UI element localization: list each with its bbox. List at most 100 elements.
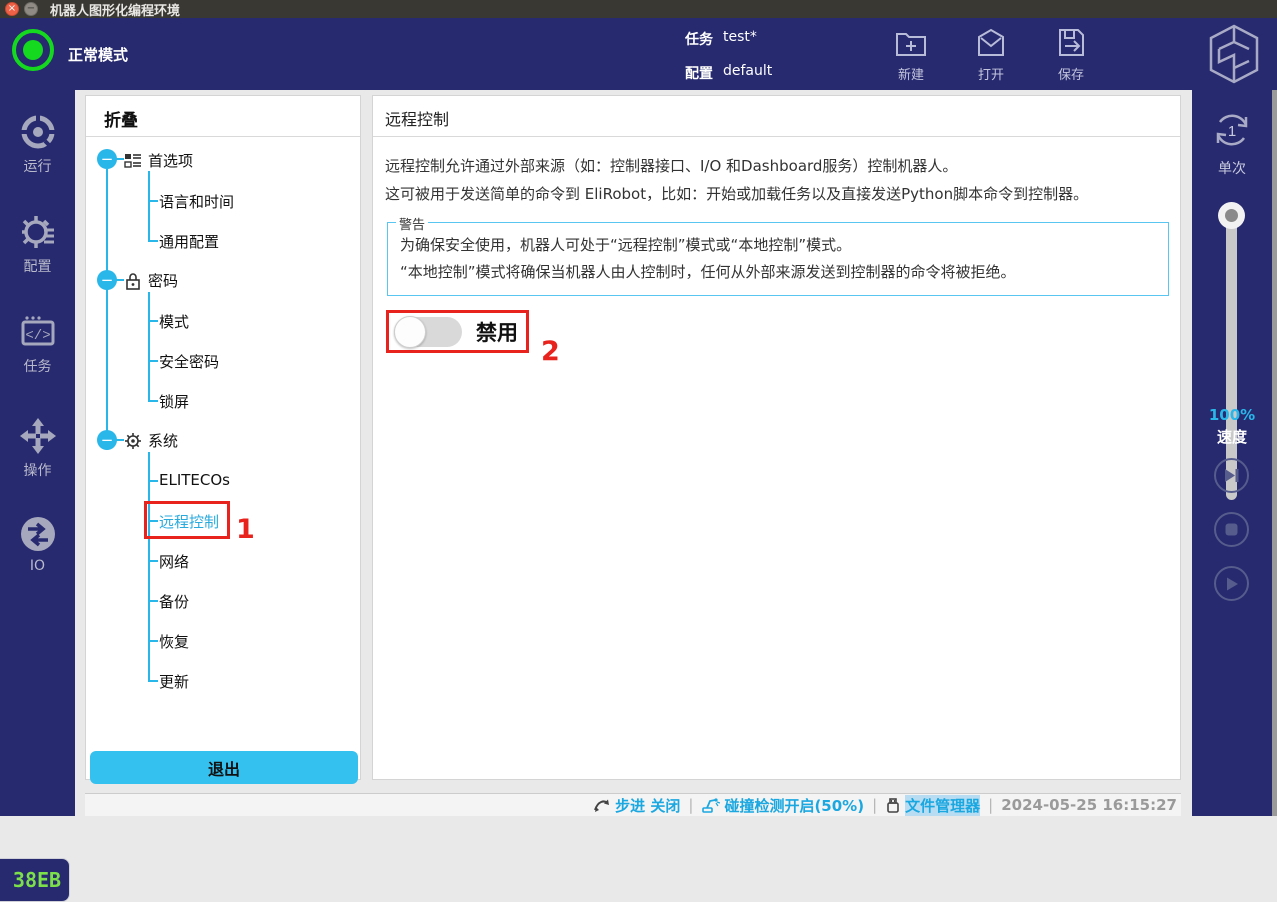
annotation-number-2: 2 [541,336,560,367]
description-line-2: 这可被用于发送简单的命令到 EliRobot，比如：开始或加载任务以及直接发送P… [385,180,1088,208]
nav-item-task[interactable]: </> 任务 [0,312,75,376]
mode-label: 正常模式 [68,44,128,65]
run-once-button[interactable]: 1 单次 [1192,108,1272,178]
run-once-label: 单次 [1192,158,1272,178]
nav-item-operate-label: 操作 [0,460,75,480]
nav-item-io-label: IO [0,558,75,574]
tree-node-lock-screen[interactable]: 锁屏 [159,391,189,412]
warning-legend: 警告 [396,214,428,233]
tree-node-update[interactable]: 更新 [159,671,189,692]
settings-tree-panel: 折叠 − − − 首选项 密码 [85,95,361,780]
title-divider [373,136,1180,137]
speed-slider-knob[interactable] [1218,202,1245,229]
config-gear-icon [18,212,58,252]
tree-node-language-time[interactable]: 语言和时间 [159,191,234,212]
collapse-toggle-password[interactable]: − [97,270,117,290]
page-title: 远程控制 [385,106,449,130]
task-label: 任务 [685,29,713,49]
collision-detect-status[interactable]: 碰撞检测开启(50%) [701,795,864,816]
collapse-toggle-system[interactable]: − [97,430,117,450]
remote-control-toggle[interactable] [394,317,462,347]
collapse-header[interactable]: 折叠 [104,106,138,131]
tree-node-elitecos[interactable]: ELITECOs [159,471,230,489]
left-nav-rail: 运行 配置 </> 任务 [0,90,75,816]
config-row: 配置 default [685,63,772,83]
preferences-icon [124,152,142,170]
step-mode-status[interactable]: 步进 关闭 [593,795,680,816]
stop-button[interactable] [1214,512,1249,547]
usb-drive-icon [885,797,901,814]
new-task-label: 新建 [876,64,946,83]
speed-value: 100% [1192,406,1272,424]
step-mode-text: 步进 关闭 [615,795,680,816]
tree-node-system-label: 系统 [148,430,178,451]
single-cycle-icon: 1 [1210,108,1254,152]
file-manager-button[interactable]: 文件管理器 [885,795,980,816]
nav-item-run-label: 运行 [0,156,75,176]
svg-text:1: 1 [1228,123,1236,140]
tree-node-backup[interactable]: 备份 [159,591,189,612]
window-minimize-icon[interactable]: − [24,2,38,16]
tree-group1-line [148,171,150,241]
right-control-bar: 1 单次 100% 速度 [1192,90,1272,816]
open-task-button[interactable]: 打开 [956,24,1026,83]
new-task-button[interactable]: 新建 [876,24,946,83]
window-close-icon[interactable]: × [5,2,19,16]
step-forward-icon [1223,467,1240,484]
collision-detect-icon [701,797,720,814]
jog-arrows-icon [18,416,58,456]
task-row: 任务 test* [685,29,757,49]
lock-icon [124,272,142,290]
remote-control-panel: 远程控制 远程控制允许通过外部来源（如：控制器接口、I/O 和Dashboard… [372,95,1181,780]
robot-id-value: 38EB [1,868,61,892]
annotation-box-2: 禁用 [386,310,529,353]
task-code-icon: </> [18,312,58,352]
exit-button[interactable]: 退出 [90,751,358,784]
open-file-icon [972,24,1010,62]
status-datetime: 2024-05-25 16:15:27 [1001,796,1177,814]
tree-node-mode[interactable]: 模式 [159,311,189,332]
tree-node-restore[interactable]: 恢复 [159,631,189,652]
toggle-knob[interactable] [394,316,426,348]
save-task-button[interactable]: 保存 [1036,24,1106,83]
nav-item-operate[interactable]: 操作 [0,416,75,480]
collision-detect-text: 碰撞检测开启(50%) [724,795,864,816]
right-scroll-strip[interactable] [1272,90,1277,816]
io-swap-icon [18,514,58,554]
nav-item-task-label: 任务 [0,356,75,376]
svg-text:</>: </> [25,328,50,344]
annotation-box-1 [144,501,230,539]
task-value: test* [723,29,757,49]
collapse-toggle-preferences[interactable]: − [97,149,117,169]
step-mode-icon [593,797,611,813]
open-task-label: 打开 [956,64,1026,83]
nav-item-config[interactable]: 配置 [0,212,75,276]
file-manager-text: 文件管理器 [905,795,980,816]
config-value: default [723,63,772,83]
os-titlebar: × − 机器人图形化编程环境 [0,0,1277,18]
tree-node-preferences[interactable]: 首选项 [124,150,193,171]
tree-divider [86,136,360,137]
tree-node-network[interactable]: 网络 [159,551,189,572]
save-icon [1052,24,1090,62]
step-forward-button[interactable] [1214,458,1249,493]
config-label: 配置 [685,63,713,83]
warning-groupbox: 警告 为确保安全使用，机器人可处于“远程控制”模式或“本地控制”模式。 “本地控… [387,222,1169,296]
nav-item-io[interactable]: IO [0,514,75,574]
nav-item-run[interactable]: 运行 [0,112,75,176]
robot-status-lamp-icon [12,29,54,71]
app-header: 正常模式 任务 test* 配置 default 新建 打开 保存 [0,18,1277,90]
run-icon [18,112,58,152]
nav-item-config-label: 配置 [0,256,75,276]
description-line-1: 远程控制允许通过外部来源（如：控制器接口、I/O 和Dashboard服务）控制… [385,152,957,180]
warning-line-1: 为确保安全使用，机器人可处于“远程控制”模式或“本地控制”模式。 [388,223,1168,259]
tree-node-system[interactable]: 系统 [124,430,178,451]
tree-node-safety-password[interactable]: 安全密码 [159,351,219,372]
tree-root-line [106,169,108,450]
elite-robot-logo-icon [1205,22,1263,86]
tree-node-password[interactable]: 密码 [124,270,178,291]
speed-slider-track[interactable] [1226,212,1237,500]
play-button[interactable] [1214,566,1249,601]
tree-node-general-config[interactable]: 通用配置 [159,231,219,252]
tree-node-password-label: 密码 [148,270,178,291]
